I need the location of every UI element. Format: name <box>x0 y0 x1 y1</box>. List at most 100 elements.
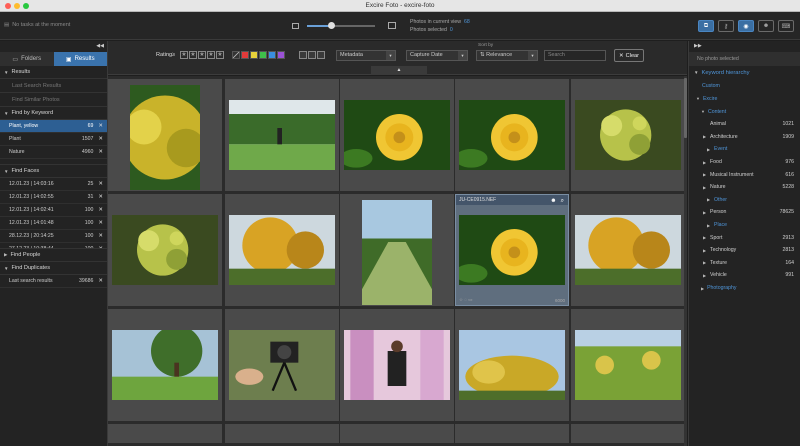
thumbnail-size-slider[interactable] <box>292 21 402 31</box>
keyword-hierarchy-item[interactable]: ▶ Musical Instrument 616 <box>689 168 800 181</box>
rating-icons[interactable]: ☆ ◌ ▭ <box>459 297 472 303</box>
remove-icon[interactable]: ✕ <box>98 194 103 200</box>
thumbnail-cell[interactable] <box>340 424 454 443</box>
keyword-hierarchy-item[interactable]: ▶ Sport 2913 <box>689 231 800 244</box>
remove-icon[interactable]: ✕ <box>98 278 103 284</box>
results-section-header[interactable]: ▼ Results <box>0 66 107 79</box>
color-swatch[interactable] <box>259 51 267 59</box>
excire-keywords-item[interactable]: ▼ Excire <box>689 92 800 105</box>
photo-thumbnail[interactable] <box>344 330 450 400</box>
photo-thumbnail[interactable] <box>575 100 681 170</box>
color-swatch[interactable] <box>250 51 258 59</box>
keyword-filter-row[interactable]: Nature 4960 ✕ <box>0 146 107 159</box>
collapse-right-panel-icon[interactable]: ▶▶ <box>694 43 702 49</box>
thumbnail-cell[interactable] <box>340 79 454 191</box>
thumbnail-cell[interactable] <box>225 194 339 306</box>
tab-results[interactable]: ▣ Results <box>53 52 107 66</box>
photo-thumbnail[interactable] <box>459 330 565 400</box>
face-result-row[interactable]: 12.01.23 | 14:03:16 25 ✕ <box>0 178 107 191</box>
thumbnail-cell[interactable] <box>108 309 222 421</box>
custom-keywords-item[interactable]: Custom <box>689 79 800 92</box>
faces-button[interactable]: ☻ <box>758 20 774 32</box>
collapse-left-panel-icon[interactable]: ◀◀ <box>96 43 104 49</box>
keyword-hierarchy-item[interactable]: ▶ Vehicle 991 <box>689 269 800 282</box>
collapse-filter-bar-button[interactable]: ▲ <box>371 66 427 75</box>
duplicates-result-row[interactable]: Last search results 39686 ✕ <box>0 275 107 288</box>
thumbnail-cell[interactable] <box>108 194 222 306</box>
search-input[interactable]: Search <box>544 50 606 61</box>
face-result-row[interactable]: 28.12.23 | 20:14:25 100 ✕ <box>0 230 107 243</box>
star-icon[interactable]: ★ <box>198 51 206 59</box>
photo-thumbnail[interactable] <box>229 100 335 170</box>
key-button[interactable]: ⚷ <box>718 20 734 32</box>
photo-thumbnail[interactable] <box>459 215 565 285</box>
find-faces-header[interactable]: ▼ Find Faces <box>0 165 107 178</box>
flag-pick-icon[interactable] <box>299 51 307 59</box>
photo-thumbnail[interactable] <box>344 100 450 170</box>
photo-thumbnail[interactable] <box>229 215 335 285</box>
photo-thumbnail[interactable] <box>575 215 681 285</box>
thumbnail-cell[interactable] <box>225 424 339 443</box>
keyword-hierarchy-item[interactable]: ▶ Event <box>689 143 800 156</box>
find-similar-photos-item[interactable]: Find Similar Photos <box>0 93 107 107</box>
face-result-row[interactable]: 12.01.23 | 14:02:41 100 ✕ <box>0 204 107 217</box>
remove-icon[interactable]: ✕ <box>98 136 103 142</box>
star-icon[interactable]: ★ <box>180 51 188 59</box>
keyword-filter-row[interactable]: Plant, yellow 69 ✕ <box>0 120 107 133</box>
find-by-keyword-header[interactable]: ▼ Find by Keyword <box>0 107 107 120</box>
remove-icon[interactable]: ✕ <box>98 207 103 213</box>
last-search-results-item[interactable]: Last Search Results <box>0 79 107 93</box>
small-thumbnail-icon[interactable] <box>292 23 299 29</box>
metadata-dropdown[interactable]: Metadata ▾ <box>336 50 396 61</box>
thumbnail-cell[interactable] <box>108 79 222 191</box>
keyword-hierarchy-item[interactable]: ▶ Other <box>689 194 800 207</box>
star-icon[interactable]: ★ <box>189 51 197 59</box>
remove-icon[interactable]: ✕ <box>98 233 103 239</box>
thumbnail-cell[interactable] <box>571 194 685 306</box>
thumbnail-cell[interactable] <box>225 79 339 191</box>
thumbnail-cell[interactable] <box>455 309 569 421</box>
star-icon[interactable]: ★ <box>216 51 224 59</box>
sort-dropdown[interactable]: ⇅ Relevance ▾ <box>476 50 538 61</box>
photo-thumbnail[interactable] <box>575 330 681 400</box>
keyword-hierarchy-item[interactable]: ▶ Place <box>689 219 800 232</box>
thumbnail-cell[interactable] <box>108 424 222 443</box>
face-result-row[interactable]: 12.01.23 | 14:01:48 100 ✕ <box>0 217 107 230</box>
photo-thumbnail[interactable] <box>362 200 432 305</box>
thumbnail-cell[interactable] <box>340 309 454 421</box>
find-people-header[interactable]: ▶ Find People <box>0 249 107 262</box>
thumbnail-cell[interactable] <box>455 424 569 443</box>
thumbnail-cell[interactable] <box>455 79 569 191</box>
no-color-swatch[interactable] <box>232 51 240 59</box>
tab-folders[interactable]: ▭ Folders <box>0 52 54 66</box>
thumbnail-cell[interactable] <box>225 309 339 421</box>
clear-filters-button[interactable]: ✕ Clear <box>614 49 644 62</box>
grid-scrollbar[interactable] <box>684 76 687 446</box>
color-swatch[interactable] <box>277 51 285 59</box>
thumbnail-cell[interactable] <box>571 424 685 443</box>
keyword-filter-row[interactable]: Plant 1507 ✕ <box>0 133 107 146</box>
thumbnail-cell[interactable] <box>571 309 685 421</box>
thumbnail-cell[interactable] <box>340 194 454 306</box>
zoom-track[interactable] <box>307 22 375 29</box>
selected-thumbnail-cell[interactable]: JU-CE0915.NEF ☻ ⌕ ☆ ◌ ▭ 6000 <box>455 194 569 306</box>
keyword-hierarchy-item[interactable]: Animal 1021 <box>689 118 800 131</box>
keyword-hierarchy-header[interactable]: ▼ Keyword hierarchy <box>689 66 800 79</box>
photo-thumbnail[interactable] <box>112 330 218 400</box>
search-icon[interactable]: ⌕ <box>561 196 564 206</box>
color-swatch[interactable] <box>268 51 276 59</box>
keyword-hierarchy-item[interactable]: ▶ Architecture 1909 <box>689 131 800 144</box>
star-icon[interactable]: ★ <box>207 51 215 59</box>
keyword-hierarchy-item[interactable]: ▶ Texture 164 <box>689 257 800 270</box>
face-result-row[interactable]: 12.01.23 | 14:02:55 31 ✕ <box>0 191 107 204</box>
color-swatch[interactable] <box>241 51 249 59</box>
scrollbar-thumb[interactable] <box>684 78 687 138</box>
thumbnail-cell[interactable] <box>571 79 685 191</box>
faces-icon[interactable]: ☻ <box>550 196 556 206</box>
duplicates-button[interactable]: ⧉ <box>698 20 714 32</box>
keyword-hierarchy-item[interactable]: ▶ Technology 2813 <box>689 244 800 257</box>
keyboard-button[interactable]: ⌨ <box>778 20 794 32</box>
keyword-hierarchy-item[interactable]: ▶ Food 976 <box>689 156 800 169</box>
remove-icon[interactable]: ✕ <box>98 220 103 226</box>
keyword-hierarchy-item[interactable]: ▶ Person 78625 <box>689 206 800 219</box>
